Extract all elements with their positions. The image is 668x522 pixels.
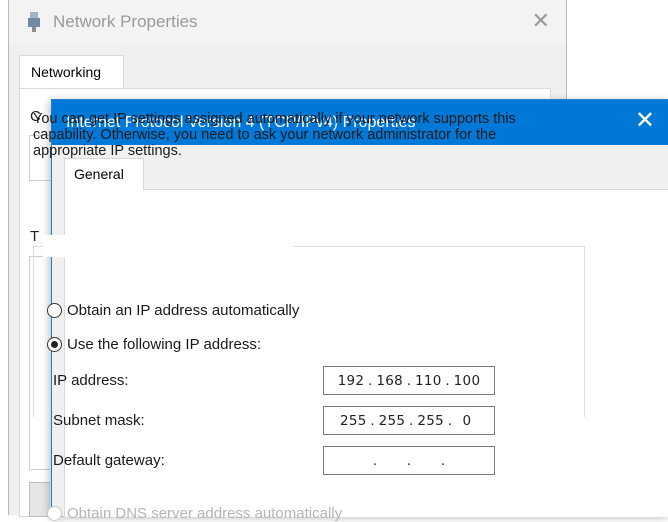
obtain-dns-automatically-option[interactable]: Obtain DNS server address automatically (47, 505, 342, 522)
ip-address-label: IP address: (53, 372, 129, 389)
tab-networking-label: Networking (31, 64, 102, 80)
subnet-octet: 255 (378, 412, 406, 429)
tab-general[interactable]: General (64, 158, 144, 191)
ip-octet: 192 (337, 372, 365, 389)
subnet-mask-field[interactable]: 255. 255. 255. 0 (323, 406, 495, 435)
use-following-ip-option[interactable]: Use the following IP address: (47, 336, 261, 353)
close-icon[interactable]: ✕ (635, 108, 655, 134)
network-properties-titlebar: Network Properties ✕ (9, 0, 566, 45)
tab-general-label: General (74, 166, 124, 182)
default-gateway-label: Default gateway: (53, 452, 165, 469)
default-gateway-field[interactable]: ... (323, 446, 495, 475)
networking-panel-label-fragment: T (30, 228, 40, 245)
ip-address-group (33, 246, 585, 417)
tab-networking[interactable]: Networking (19, 55, 124, 89)
group-legend-backdrop (43, 235, 293, 257)
subnet-octet: 255 (417, 412, 444, 429)
close-icon[interactable]: ✕ (532, 9, 550, 33)
obtain-dns-automatically-label: Obtain DNS server address automatically (67, 505, 343, 522)
radio-button-selected[interactable] (47, 337, 62, 352)
subnet-octet: 255 (339, 412, 367, 429)
intro-text: You can get IP settings assigned automat… (33, 111, 516, 159)
subnet-mask-label: Subnet mask: (53, 412, 145, 429)
network-adapter-icon (28, 12, 40, 32)
ip-address-field[interactable]: 192. 168. 110. 100 (323, 366, 495, 395)
network-properties-title: Network Properties (53, 12, 198, 31)
ip-octet: 168 (376, 372, 403, 389)
use-following-ip-label: Use the following IP address: (67, 336, 261, 353)
subnet-octet: 0 (462, 412, 472, 429)
ip-octet: 100 (453, 372, 481, 389)
radio-button[interactable] (47, 506, 62, 521)
ip-octet: 110 (415, 372, 442, 389)
